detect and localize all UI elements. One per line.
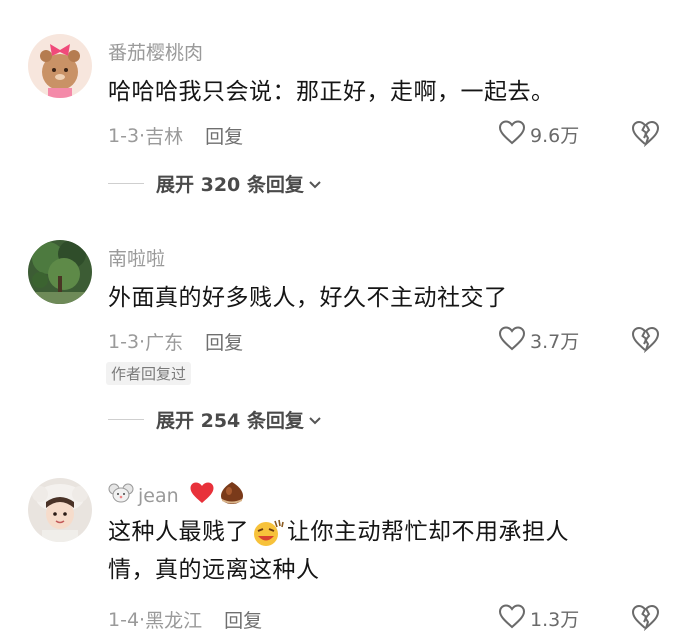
expand-replies-button[interactable]: 展开 320 条回复	[108, 170, 322, 197]
divider	[108, 419, 144, 420]
like-count: 3.7万	[530, 331, 580, 353]
expand-replies-label[interactable]: 展开 254 条回复	[156, 406, 304, 433]
like-count: 1.3万	[530, 609, 580, 631]
comment-meta: 1-3· 广东 回复	[108, 328, 243, 355]
dislike-button[interactable]	[630, 603, 660, 635]
chevron-down-icon[interactable]	[308, 173, 322, 195]
username[interactable]: 南啦啦	[108, 244, 165, 271]
comment-text: 这种人最贱了 让你主动帮忙却不用承担人 情，真的远离这种人	[108, 513, 569, 589]
like-button[interactable]: 9.6万	[498, 119, 579, 150]
username-label[interactable]: 南啦啦	[108, 244, 165, 271]
comment-text: 外面真的好多贱人，好久不主动社交了	[108, 285, 508, 311]
broken-heart-icon[interactable]	[630, 326, 660, 357]
avatar[interactable]	[28, 240, 92, 304]
like-button[interactable]: 1.3万	[498, 603, 579, 634]
comment-location: 黑龙江	[145, 610, 203, 632]
comment-text-part: 这种人最贱了	[108, 519, 249, 545]
divider	[108, 183, 144, 184]
comment-text-line-2: 情，真的远离这种人	[108, 557, 320, 583]
reply-button[interactable]: 回复	[205, 328, 243, 355]
chevron-down-icon[interactable]	[308, 409, 322, 431]
comment-date: 1-3·	[108, 330, 146, 353]
heart-outline-icon[interactable]	[498, 325, 526, 356]
comment-date: 1-3·	[108, 124, 146, 147]
username[interactable]: 番茄樱桃肉	[108, 38, 203, 65]
like-count: 9.6万	[530, 125, 580, 147]
laughing-emoji-icon	[251, 517, 285, 547]
broken-heart-icon[interactable]	[630, 604, 660, 635]
dislike-button[interactable]	[630, 325, 660, 357]
broken-heart-icon[interactable]	[630, 120, 660, 151]
comment-text-line-1: 这种人最贱了 让你主动帮忙却不用承担人	[108, 513, 569, 551]
avatar[interactable]	[28, 478, 92, 542]
expand-replies-label[interactable]: 展开 320 条回复	[156, 170, 304, 197]
comment-text: 哈哈哈我只会说：那正好，走啊，一起去。	[108, 79, 555, 105]
chestnut-icon	[219, 480, 245, 511]
comment-date: 1-4·	[108, 608, 146, 631]
heart-outline-icon[interactable]	[498, 119, 526, 150]
username-label[interactable]: 番茄樱桃肉	[108, 38, 203, 65]
reply-button[interactable]: 回复	[224, 606, 262, 633]
reply-button[interactable]: 回复	[205, 122, 243, 149]
like-button[interactable]: 3.7万	[498, 325, 579, 356]
author-replied-badge: 作者回复过	[106, 362, 192, 385]
comment-meta: 1-3· 吉林 回复	[108, 122, 243, 149]
comment-location: 吉林	[145, 126, 184, 148]
red-heart-icon	[189, 481, 215, 510]
username[interactable]: jean	[108, 480, 245, 511]
avatar[interactable]	[28, 34, 92, 98]
expand-replies-button[interactable]: 展开 254 条回复	[108, 406, 322, 433]
username-label[interactable]: jean	[138, 485, 179, 507]
mouse-icon	[108, 482, 134, 509]
comment-meta: 1-4· 黑龙江 回复	[108, 606, 262, 633]
comment-text-part: 让你主动帮忙却不用承担人	[287, 519, 569, 545]
dislike-button[interactable]	[630, 119, 660, 151]
heart-outline-icon[interactable]	[498, 603, 526, 634]
comment-location: 广东	[145, 332, 184, 354]
